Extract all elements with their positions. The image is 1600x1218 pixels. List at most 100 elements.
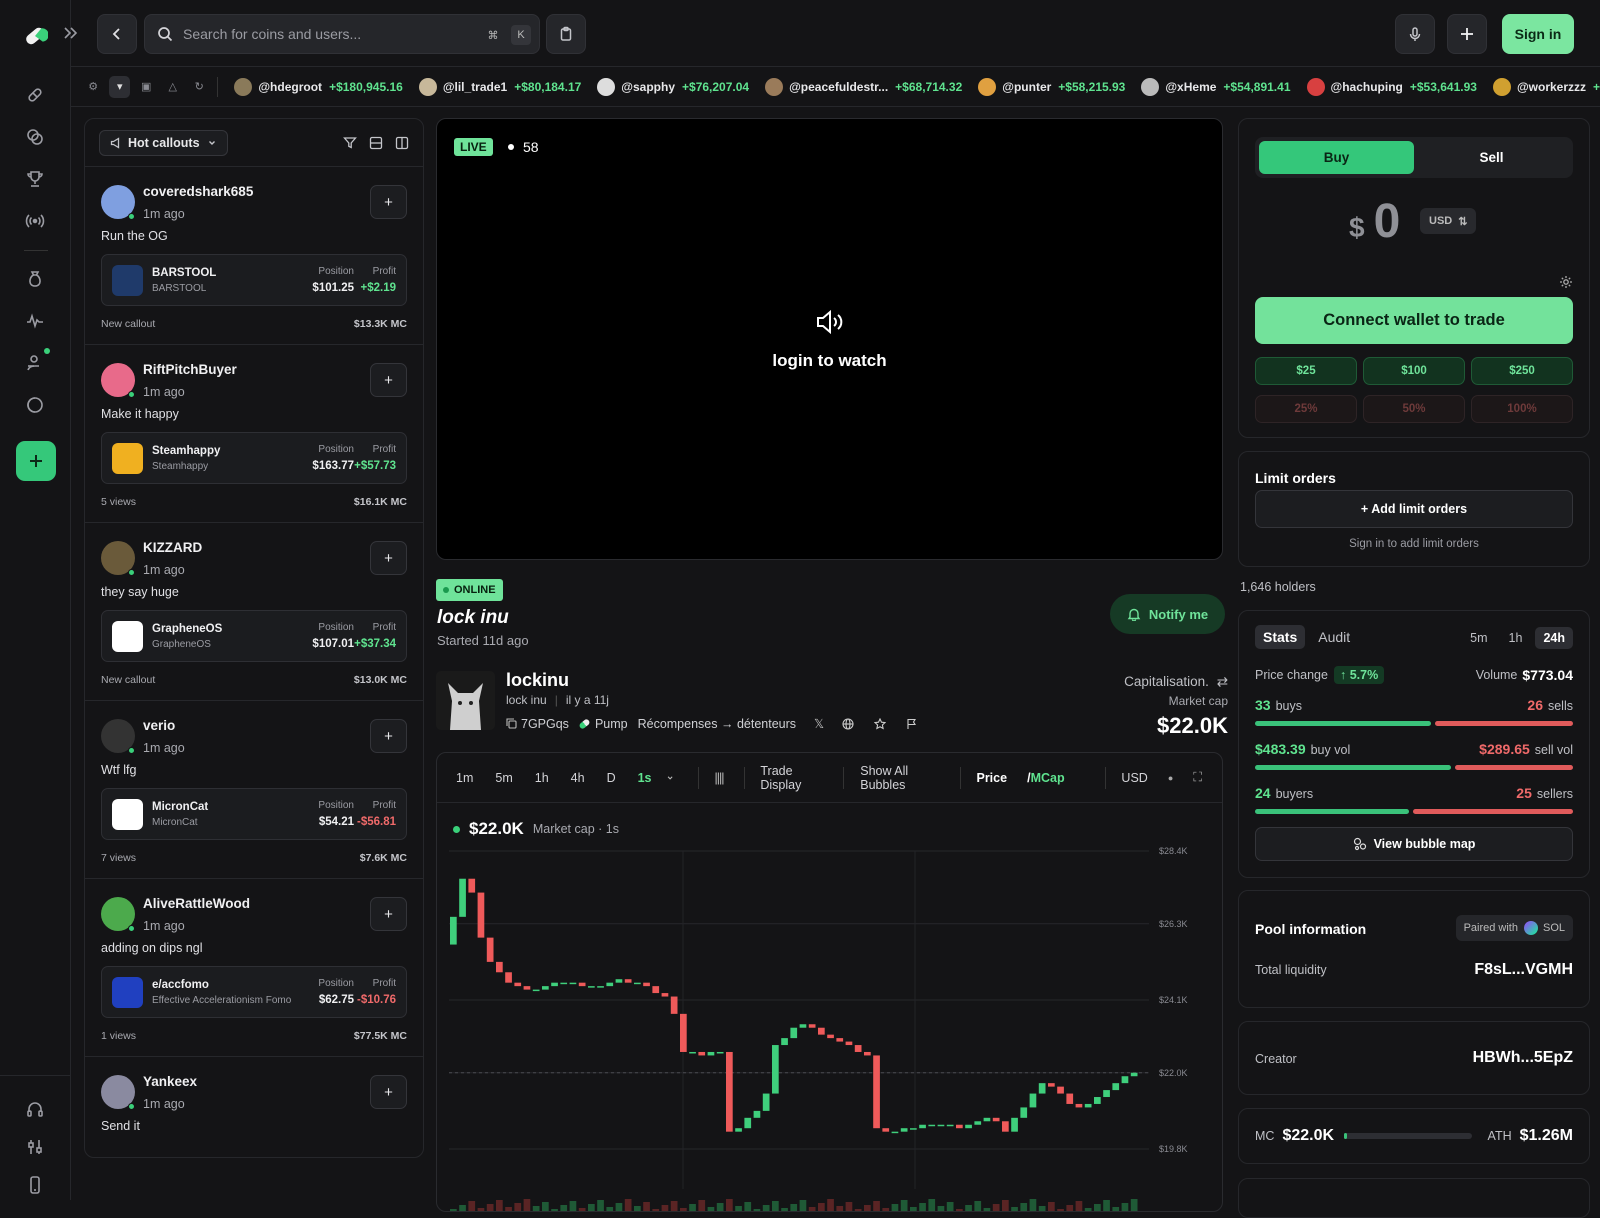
candle[interactable] bbox=[1002, 1121, 1009, 1132]
callout-user[interactable]: AliveRattleWood bbox=[143, 896, 250, 911]
stream-player[interactable]: LIVE 58 login to watch bbox=[436, 118, 1223, 560]
candle[interactable] bbox=[1029, 1093, 1037, 1108]
holders-count[interactable]: 1,646 holders bbox=[1240, 580, 1316, 594]
trade-settings-icon[interactable] bbox=[1559, 275, 1573, 289]
candle[interactable] bbox=[799, 1024, 807, 1028]
headset-icon[interactable] bbox=[20, 1095, 50, 1125]
interval-tab[interactable]: 1m bbox=[456, 771, 473, 785]
x-icon[interactable]: 𝕏 bbox=[814, 716, 824, 731]
candle[interactable] bbox=[514, 982, 522, 987]
microphone-button[interactable] bbox=[1395, 14, 1435, 54]
ticker-item[interactable]: @punter +$58,215.93 bbox=[978, 77, 1125, 96]
flag-icon[interactable] bbox=[906, 718, 918, 730]
candle[interactable] bbox=[468, 878, 476, 893]
callout-token-card[interactable]: MicronCat MicronCat Position $54.21 Profit -$… bbox=[101, 788, 407, 840]
candle[interactable] bbox=[1048, 1083, 1055, 1087]
timeframe-5m[interactable]: 5m bbox=[1462, 627, 1495, 649]
candle[interactable] bbox=[744, 1117, 752, 1129]
candle[interactable] bbox=[900, 1128, 908, 1132]
ticker-item[interactable]: @xHeme +$54,891.41 bbox=[1141, 77, 1291, 96]
candle[interactable] bbox=[486, 937, 494, 962]
candlestick-plot[interactable]: $28.4K $26.3K $24.1K $22.0K $19.8K bbox=[437, 803, 1223, 1212]
candle[interactable] bbox=[1020, 1107, 1028, 1118]
callout-item[interactable]: AliveRattleWood 1m ago + adding on dips ngl… bbox=[85, 879, 423, 1057]
candle[interactable] bbox=[624, 979, 632, 983]
mobile-icon[interactable] bbox=[20, 1170, 50, 1200]
candle[interactable] bbox=[689, 1051, 696, 1054]
candle[interactable] bbox=[670, 996, 678, 1014]
square-filter-icon[interactable]: ▣ bbox=[136, 76, 156, 98]
candle[interactable] bbox=[716, 1051, 724, 1054]
candle[interactable] bbox=[597, 986, 604, 988]
callout-item[interactable]: RiftPitchBuyer 1m ago + Make it happy Steamh… bbox=[85, 345, 423, 523]
candle[interactable] bbox=[983, 1117, 991, 1122]
candle[interactable] bbox=[1038, 1083, 1046, 1094]
columns-layout-icon[interactable] bbox=[395, 136, 409, 150]
amount-input[interactable]: $0 bbox=[1349, 194, 1400, 249]
candle[interactable] bbox=[873, 1055, 880, 1129]
candle[interactable] bbox=[919, 1124, 926, 1129]
candle[interactable] bbox=[928, 1124, 936, 1127]
candle[interactable] bbox=[569, 982, 577, 985]
add-button[interactable] bbox=[1447, 14, 1487, 54]
ticker-item[interactable]: @sapphy +$76,207.04 bbox=[597, 77, 749, 96]
cap-toggle[interactable]: Capitalisation. ⇄ bbox=[1124, 674, 1228, 690]
add-limit-order-button[interactable]: + Add limit orders bbox=[1255, 490, 1573, 528]
currency-switch[interactable]: USD ⇅ bbox=[1420, 208, 1477, 234]
money-bag-icon[interactable] bbox=[20, 264, 50, 294]
candle[interactable] bbox=[937, 1124, 945, 1127]
candle[interactable] bbox=[578, 982, 586, 987]
logo-pill-icon[interactable] bbox=[20, 21, 50, 51]
candle[interactable] bbox=[532, 989, 540, 992]
callout-user[interactable]: RiftPitchBuyer bbox=[143, 362, 237, 377]
candle[interactable] bbox=[965, 1124, 972, 1129]
follow-button[interactable]: + bbox=[370, 897, 407, 931]
follow-button[interactable]: + bbox=[370, 541, 407, 575]
callout-item[interactable]: Yankeex 1m ago + Send it bbox=[85, 1057, 423, 1157]
candle[interactable] bbox=[808, 1024, 816, 1028]
quick-sell-button[interactable]: 25% bbox=[1255, 395, 1357, 423]
candle[interactable] bbox=[588, 986, 595, 988]
timeframe-24h[interactable]: 24h bbox=[1535, 627, 1573, 649]
interval-tab[interactable]: 5m bbox=[495, 771, 512, 785]
callout-user[interactable]: coveredshark685 bbox=[143, 184, 253, 199]
fullscreen-icon[interactable]: ⛶ bbox=[1193, 770, 1202, 785]
candle[interactable] bbox=[450, 916, 457, 945]
callout-item[interactable]: KIZZARD 1m ago + they say huge GrapheneOS Gra… bbox=[85, 523, 423, 701]
candle[interactable] bbox=[992, 1117, 1000, 1122]
candle[interactable] bbox=[1066, 1093, 1074, 1104]
rewards-icon[interactable] bbox=[20, 348, 50, 378]
candle[interactable] bbox=[1075, 1103, 1083, 1108]
interval-tab[interactable]: D bbox=[607, 771, 616, 785]
price-chart[interactable]: 1m 5m 1h 4h D 1s |||| Trade Display Show All … bbox=[436, 752, 1223, 1212]
globe-icon[interactable] bbox=[842, 717, 854, 730]
login-to-watch[interactable]: login to watch bbox=[437, 351, 1222, 371]
candle[interactable] bbox=[523, 986, 531, 990]
candle[interactable] bbox=[606, 982, 614, 987]
candle[interactable] bbox=[496, 961, 503, 973]
candle[interactable] bbox=[661, 993, 669, 997]
callout-token-card[interactable]: BARSTOOL BARSTOOL Position $101.25 Profit +$2… bbox=[101, 254, 407, 306]
candle[interactable] bbox=[698, 1051, 706, 1056]
candle[interactable] bbox=[946, 1124, 954, 1127]
candle[interactable] bbox=[542, 986, 549, 990]
create-coin-button[interactable] bbox=[16, 441, 56, 481]
candle[interactable] bbox=[1011, 1117, 1018, 1132]
follow-button[interactable]: + bbox=[370, 719, 407, 753]
callout-user[interactable]: verio bbox=[143, 718, 175, 733]
creator-value[interactable]: HBWh...5EpZ bbox=[1473, 1049, 1573, 1067]
interval-tab[interactable]: 1s bbox=[638, 771, 652, 785]
back-button[interactable] bbox=[97, 14, 137, 54]
theme-dot-icon[interactable]: ● bbox=[1168, 773, 1173, 783]
candle[interactable] bbox=[827, 1034, 834, 1039]
candle[interactable] bbox=[551, 982, 558, 987]
candle[interactable] bbox=[707, 1051, 715, 1056]
candle[interactable] bbox=[1094, 1097, 1101, 1104]
candle[interactable] bbox=[956, 1124, 963, 1129]
activity-icon[interactable] bbox=[20, 306, 50, 336]
liquidity-value[interactable]: F8sL...VGMH bbox=[1474, 961, 1573, 979]
pill-icon[interactable] bbox=[20, 80, 50, 110]
candle[interactable] bbox=[781, 1038, 788, 1046]
broadcast-icon[interactable] bbox=[20, 206, 50, 236]
candle[interactable] bbox=[560, 982, 568, 985]
